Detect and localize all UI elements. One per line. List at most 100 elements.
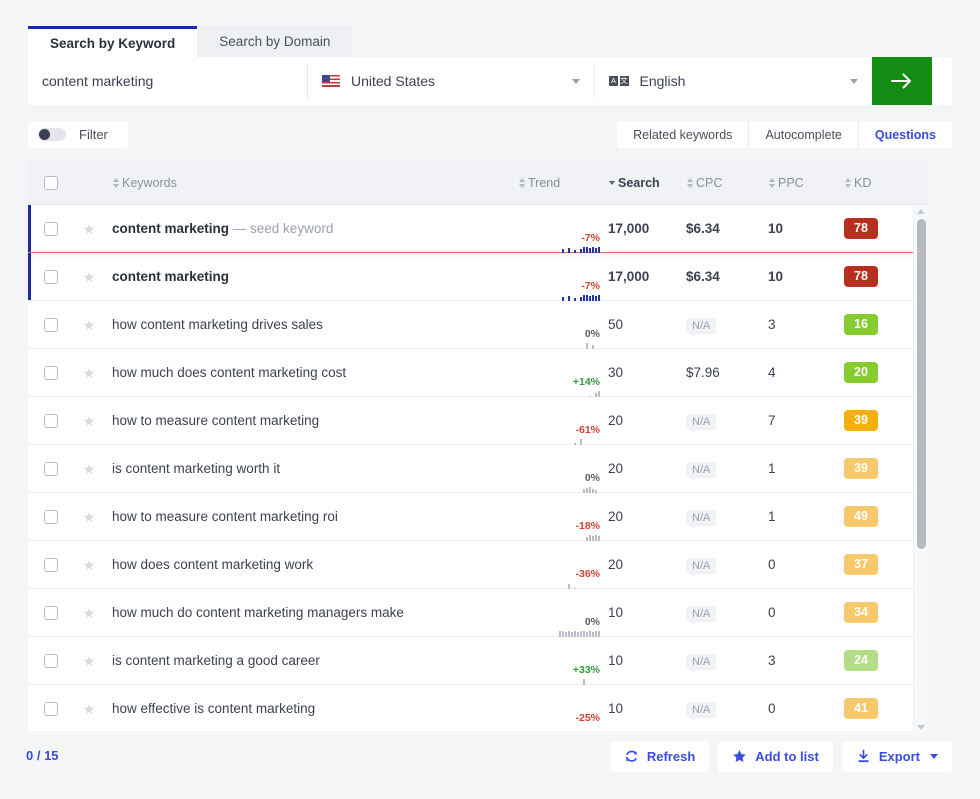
table-row[interactable]: ★ how much do content marketing managers … [28, 589, 928, 655]
sort-icon [112, 178, 119, 189]
table-row[interactable]: ★ is content marketing worth it 0% 20 N/A 1 39 [28, 445, 928, 511]
kd-badge: 39 [844, 457, 878, 480]
row-ppc-cell: 3 [768, 316, 844, 334]
refresh-button[interactable]: Refresh [609, 741, 710, 772]
sort-desc-icon [608, 181, 615, 186]
filter-toggle[interactable]: Filter [28, 121, 128, 148]
star-icon[interactable]: ★ [83, 222, 96, 236]
table-row[interactable]: ★ how does content marketing work -36% 20 N/… [28, 541, 928, 607]
row-search-volume: 17,000 [608, 220, 650, 236]
star-icon[interactable]: ★ [83, 318, 96, 332]
row-checkbox[interactable] [43, 461, 58, 476]
search-input[interactable] [42, 73, 293, 89]
star-icon[interactable]: ★ [83, 270, 96, 284]
row-search-cell: 10 [608, 652, 686, 670]
table-scrollbar[interactable] [913, 205, 928, 734]
us-flag-icon [322, 75, 340, 87]
row-keyword-label: is content marketing a good career [112, 652, 320, 668]
row-search-volume: 17,000 [608, 268, 650, 284]
row-checkbox[interactable] [43, 509, 58, 524]
kd-badge: 39 [844, 409, 878, 432]
export-button[interactable]: Export [841, 741, 952, 772]
row-select-cell [28, 413, 73, 428]
row-search-cell: 10 [608, 604, 686, 622]
keywords-table-body: ★ content marketing — seed keyword -7% 17,0… [28, 205, 928, 734]
tab-questions[interactable]: Questions [858, 121, 952, 148]
table-row[interactable]: ★ how to measure content marketing roi -18… [28, 493, 928, 559]
header-keywords[interactable]: Keywords [105, 174, 518, 192]
row-checkbox[interactable] [43, 269, 58, 284]
header-search[interactable]: Search [608, 174, 686, 192]
scrollbar-thumb[interactable] [917, 219, 926, 549]
row-ppc-cell: 0 [768, 604, 844, 622]
row-checkbox[interactable] [43, 413, 58, 428]
table-row[interactable]: ★ is content marketing a good career +33% 1… [28, 637, 928, 703]
row-search-cell: 20 [608, 556, 686, 574]
kd-badge: 78 [844, 217, 878, 240]
star-icon[interactable]: ★ [83, 606, 96, 620]
table-row[interactable]: ★ how much does content marketing cost +14… [28, 349, 928, 415]
tab-autocomplete[interactable]: Autocomplete [749, 121, 859, 148]
tab-related-keywords[interactable]: Related keywords [617, 121, 750, 148]
star-icon[interactable]: ★ [83, 654, 96, 668]
download-icon [858, 749, 869, 763]
trend-percent: 0% [584, 471, 600, 484]
table-row[interactable]: ★ how to measure content marketing -61% 20 N… [28, 397, 928, 463]
star-icon[interactable]: ★ [83, 366, 96, 380]
star-icon[interactable]: ★ [83, 510, 96, 524]
row-checkbox[interactable] [43, 701, 58, 716]
table-row[interactable]: ★ content marketing — seed keyword -7% 17,0… [28, 205, 928, 271]
row-checkbox[interactable] [43, 221, 58, 236]
header-ppc-label: PPC [778, 175, 804, 190]
seed-keyword-tag: — seed keyword [232, 220, 334, 236]
header-kd[interactable]: KD [844, 174, 928, 192]
row-keyword-label: how to measure content marketing roi [112, 508, 338, 524]
select-all-cell [28, 175, 73, 190]
table-row[interactable]: ★ how content marketing drives sales 0% 50 N… [28, 301, 928, 367]
tab-search-by-keyword[interactable]: Search by Keyword [28, 26, 198, 57]
filter-switch[interactable] [38, 128, 66, 141]
row-checkbox[interactable] [43, 653, 58, 668]
tab-search-by-domain[interactable]: Search by Domain [197, 26, 353, 57]
star-icon[interactable]: ★ [83, 702, 96, 716]
scroll-down-icon[interactable] [917, 725, 925, 730]
trend-percent: -18% [575, 519, 600, 532]
export-button-label: Export [878, 749, 920, 764]
star-icon[interactable]: ★ [83, 462, 96, 476]
header-ppc[interactable]: PPC [768, 174, 844, 192]
star-icon[interactable]: ★ [83, 414, 96, 428]
header-cpc[interactable]: CPC [686, 174, 768, 192]
row-select-cell [28, 701, 73, 716]
kd-badge: 24 [844, 649, 878, 672]
refresh-icon [625, 750, 637, 762]
row-keyword-cell: how does content marketing work [105, 556, 518, 574]
scroll-up-icon[interactable] [917, 209, 925, 214]
select-all-checkbox[interactable] [43, 175, 58, 190]
row-checkbox[interactable] [43, 605, 58, 620]
row-cpc-value: $6.34 [686, 268, 720, 284]
search-submit-button[interactable] [872, 57, 932, 105]
add-to-list-button[interactable]: Add to list [718, 741, 833, 772]
star-icon[interactable]: ★ [83, 558, 96, 572]
row-ppc-value: 0 [768, 556, 776, 572]
kd-badge: 34 [844, 601, 878, 624]
row-search-volume: 20 [608, 412, 624, 428]
table-row[interactable]: ★ how effective is content marketing -25% 1… [28, 685, 928, 733]
country-select[interactable]: United States [308, 57, 594, 105]
row-favorite-cell: ★ [73, 702, 105, 716]
language-select[interactable]: A文 English [595, 57, 872, 105]
row-keyword-cell: how much do content marketing managers m… [105, 604, 518, 622]
trend-percent: 0% [584, 327, 600, 340]
row-keyword-cell: is content marketing worth it [105, 460, 518, 478]
table-row[interactable]: ★ content marketing -7% 17,000 $6.34 10 78 [28, 253, 928, 319]
row-checkbox[interactable] [43, 557, 58, 572]
row-ppc-value: 0 [768, 604, 776, 620]
row-cpc-value: N/A [686, 605, 717, 622]
row-search-volume: 10 [608, 700, 624, 716]
search-bar: United States A文 English [28, 57, 952, 105]
row-checkbox[interactable] [43, 365, 58, 380]
header-cpc-label: CPC [696, 175, 723, 190]
row-checkbox[interactable] [43, 317, 58, 332]
trend-percent: +33% [572, 663, 600, 676]
header-trend[interactable]: Trend [518, 174, 608, 192]
